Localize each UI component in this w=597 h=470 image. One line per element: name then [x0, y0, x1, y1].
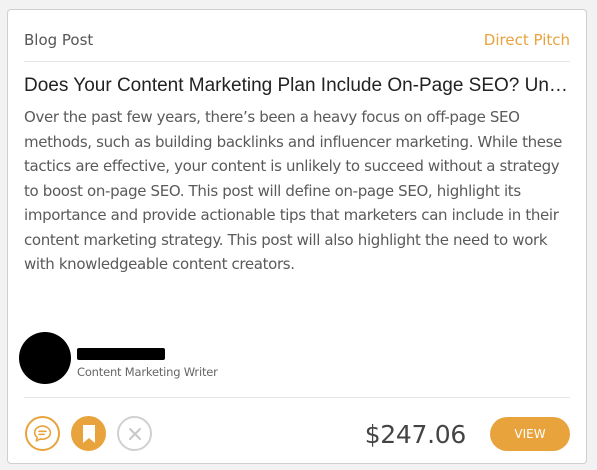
view-button[interactable]: VIEW — [490, 417, 570, 451]
pitch-type-label: Direct Pitch — [483, 31, 570, 49]
post-title[interactable]: Does Your Content Marketing Plan Include… — [24, 75, 574, 97]
bookmark-button[interactable] — [71, 416, 106, 451]
close-icon — [128, 427, 141, 440]
dismiss-button[interactable] — [117, 416, 152, 451]
post-category: Blog Post — [24, 31, 94, 49]
card-footer: $247.06 VIEW — [24, 397, 570, 463]
author-block: Content Marketing Writer — [19, 332, 319, 386]
chat-bubble-icon — [33, 425, 52, 442]
author-name-redacted — [77, 348, 165, 360]
avatar — [19, 332, 71, 384]
price: $247.06 — [364, 420, 467, 449]
author-role: Content Marketing Writer — [77, 365, 218, 379]
card-header: Blog Post Direct Pitch — [24, 10, 570, 62]
post-description: Over the past few years, there’s been a … — [24, 108, 563, 273]
pitch-card: Blog Post Direct Pitch Does Your Content… — [7, 9, 587, 464]
bookmark-icon — [82, 424, 95, 443]
message-button[interactable] — [25, 416, 60, 451]
